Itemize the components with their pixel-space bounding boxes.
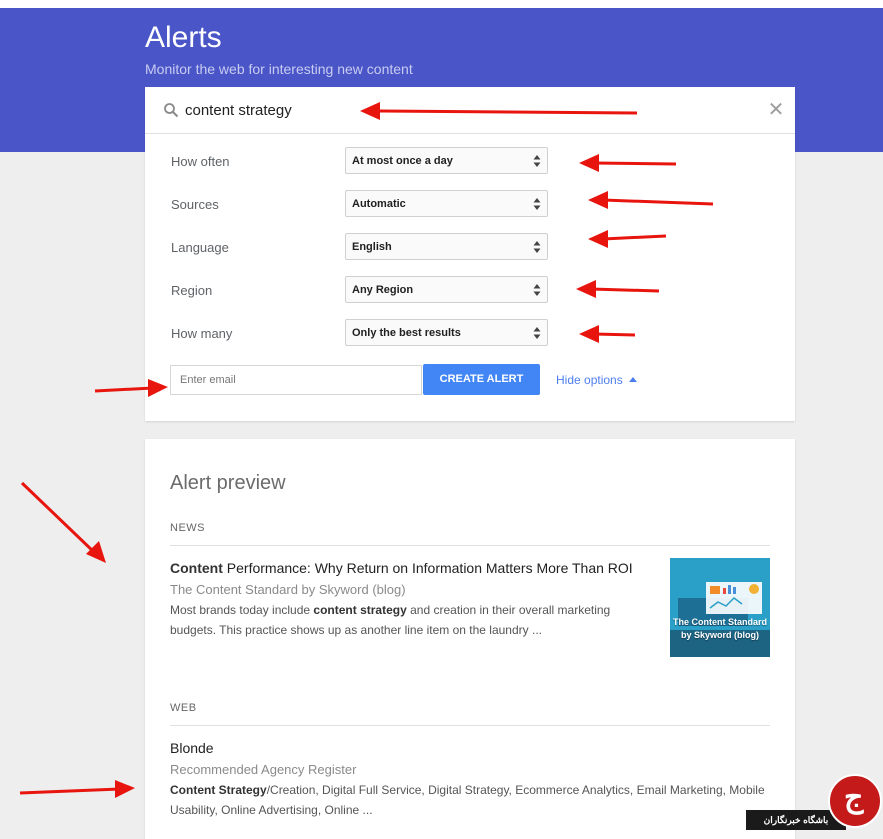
email-input[interactable] xyxy=(178,366,412,394)
option-label-how-many: How many xyxy=(171,326,233,341)
top-strip xyxy=(0,0,883,8)
snippet-highlight: content strategy xyxy=(313,603,407,617)
select-value: Automatic xyxy=(352,198,406,210)
web-result-title[interactable]: Blonde xyxy=(170,740,214,756)
watermark-emblem-icon: ج xyxy=(828,774,882,828)
select-value: Only the best results xyxy=(352,327,461,339)
option-label-language: Language xyxy=(171,240,229,255)
up-down-icon xyxy=(533,198,541,210)
create-alert-button[interactable]: CREATE ALERT xyxy=(423,364,540,395)
section-heading-web: WEB xyxy=(170,702,197,714)
caret-up-icon xyxy=(628,377,637,382)
title-highlight: Content xyxy=(170,560,223,576)
up-down-icon xyxy=(533,284,541,296)
section-heading-news: NEWS xyxy=(170,522,205,534)
close-icon[interactable]: ✕ xyxy=(765,99,787,121)
select-region[interactable]: Any Region xyxy=(345,276,548,303)
select-value: English xyxy=(352,241,392,253)
news-result-title[interactable]: Content Performance: Why Return on Infor… xyxy=(170,560,633,576)
hide-options-label: Hide options xyxy=(556,373,623,387)
search-bar[interactable]: content strategy ✕ xyxy=(145,87,795,134)
up-down-icon xyxy=(533,155,541,167)
divider xyxy=(170,545,770,546)
alert-form-card: content strategy ✕ How often At most onc… xyxy=(145,87,795,421)
web-result-snippet: Content Strategy/Creation, Digital Full … xyxy=(170,780,770,820)
option-label-how-often: How often xyxy=(171,154,230,169)
preview-title: Alert preview xyxy=(170,472,286,494)
select-sources[interactable]: Automatic xyxy=(345,190,548,217)
email-field[interactable] xyxy=(170,365,422,395)
snippet-part: Most brands today include xyxy=(170,603,314,617)
news-result-source: The Content Standard by Skyword (blog) xyxy=(170,582,406,597)
search-query[interactable]: content strategy xyxy=(185,102,292,119)
search-icon xyxy=(164,103,179,118)
annotation-arrow xyxy=(20,481,106,563)
option-label-sources: Sources xyxy=(171,197,219,212)
thumbnail-illustration xyxy=(670,558,770,657)
up-down-icon xyxy=(533,241,541,253)
alert-preview-card: Alert preview NEWS Content Performance: … xyxy=(145,439,795,839)
select-how-many[interactable]: Only the best results xyxy=(345,319,548,346)
up-down-icon xyxy=(533,327,541,339)
select-value: At most once a day xyxy=(352,155,453,167)
news-thumbnail[interactable]: The Content Standard by Skyword (blog) xyxy=(670,558,770,657)
select-language[interactable]: English xyxy=(345,233,548,260)
option-label-region: Region xyxy=(171,283,213,298)
title-rest: Performance: Why Return on Information M… xyxy=(222,560,633,576)
watermark-logo: باشگاه خبرنگاران ج xyxy=(746,772,883,831)
snippet-highlight: Content Strategy xyxy=(170,783,267,797)
page-title: Alerts xyxy=(145,21,222,54)
news-result-snippet: Most brands today include content strate… xyxy=(170,600,640,640)
page-subtitle: Monitor the web for interesting new cont… xyxy=(145,61,413,77)
divider xyxy=(170,725,770,726)
thumbnail-caption: The Content Standard by Skyword (blog) xyxy=(673,617,767,640)
select-value: Any Region xyxy=(352,284,414,296)
hide-options-link[interactable]: Hide options xyxy=(556,373,637,387)
select-how-often[interactable]: At most once a day xyxy=(345,147,548,174)
annotation-arrow xyxy=(19,780,135,798)
web-result-source: Recommended Agency Register xyxy=(170,762,357,777)
